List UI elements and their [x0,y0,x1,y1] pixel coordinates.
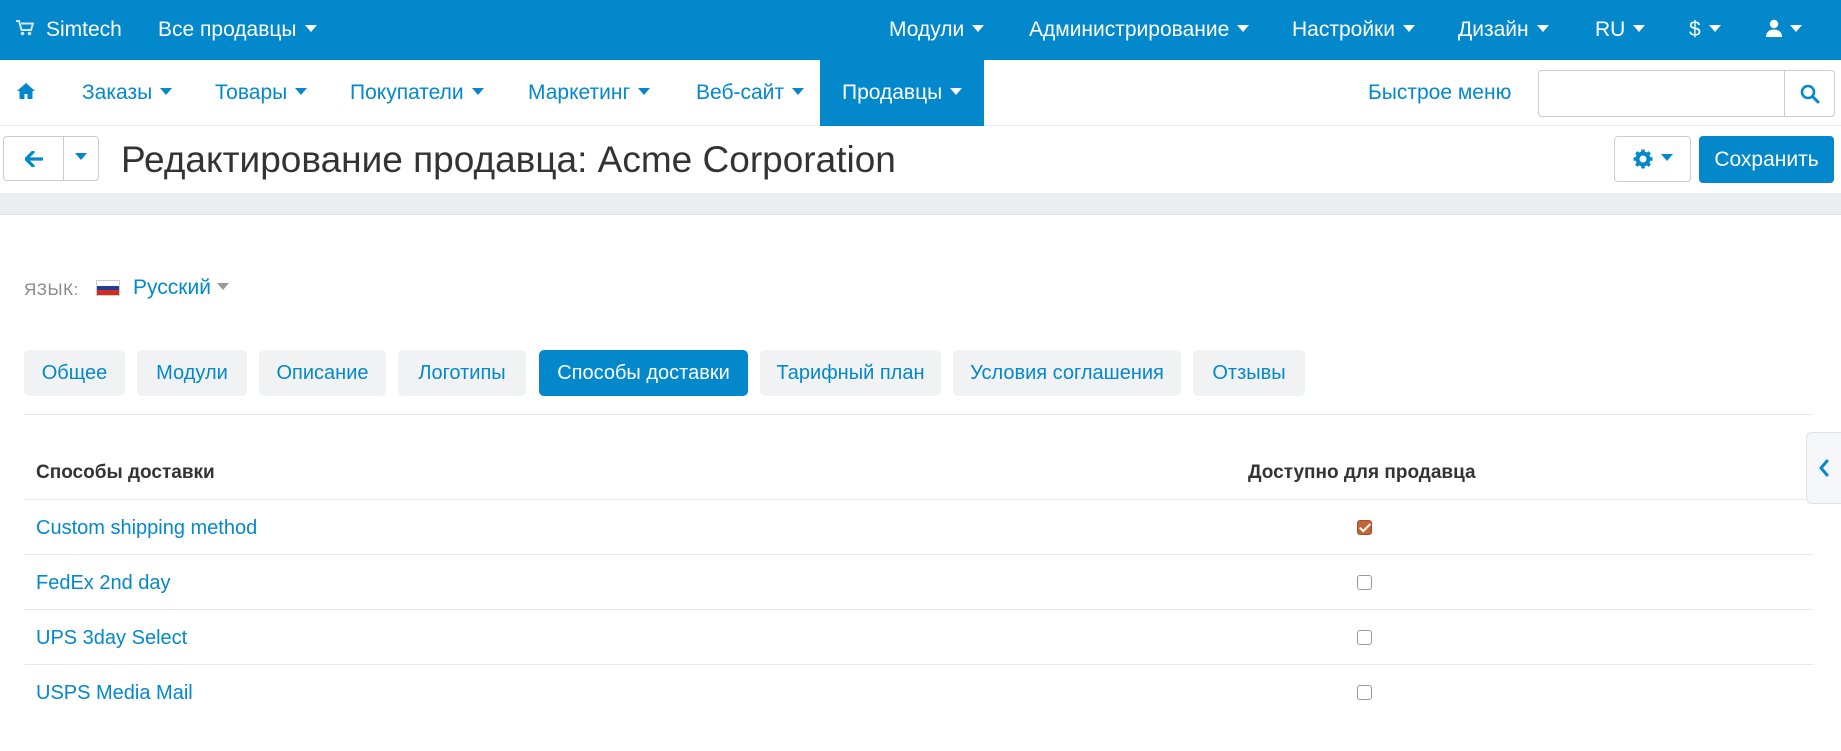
settings-dropdown-button[interactable] [1614,136,1691,182]
back-button-group [3,136,99,181]
tab-logos[interactable]: Логотипы [398,350,526,396]
nav-vendors[interactable]: Продавцы [820,60,985,126]
nav-orders[interactable]: Заказы [82,60,173,126]
chevron-down-icon [160,87,173,95]
row-divider [24,554,1813,555]
column-header-available: Доступно для продавца [1248,462,1476,483]
shipping-method-link[interactable]: FedEx 2nd day [36,572,171,595]
back-button[interactable] [4,137,64,180]
tab-terms[interactable]: Условия соглашения [953,350,1181,396]
quick-menu-link[interactable]: Быстрое меню [1368,60,1511,126]
page-title: Редактирование продавца: Acme Corporatio… [121,139,896,180]
nav-vendors-label: Продавцы [842,81,943,104]
menu-currency[interactable]: $ [1689,0,1721,60]
chevron-down-icon [1708,24,1721,32]
nav-customers[interactable]: Покупатели [350,60,484,126]
language-label: ЯЗЫК: [24,280,79,299]
nav-orders-label: Заказы [82,81,153,104]
available-checkbox[interactable] [1357,630,1372,645]
brand-name: Simtech [46,18,122,41]
user-icon [1766,20,1782,38]
chevron-down-icon [792,87,804,95]
menu-modules[interactable]: Модули [889,0,985,60]
tab-description[interactable]: Описание [259,350,386,396]
gear-icon [1633,149,1652,169]
nav-website[interactable]: Веб-сайт [696,60,804,126]
menu-settings-label: Настройки [1292,18,1395,41]
chevron-down-icon [950,87,963,95]
available-checkbox[interactable] [1357,520,1372,535]
sidebar-toggle[interactable] [1806,432,1841,504]
chevron-down-icon [638,87,651,95]
search-button[interactable] [1784,71,1834,116]
chevron-down-icon [216,282,229,290]
search-box [1538,70,1835,117]
quick-menu-label: Быстрое меню [1368,81,1512,104]
language-selector[interactable]: Русский [133,276,229,300]
available-checkbox[interactable] [1357,685,1372,700]
search-input[interactable] [1539,71,1785,116]
nav-marketing-label: Маркетинг [528,81,631,104]
menu-language[interactable]: RU [1595,0,1646,60]
menu-administration[interactable]: Администрирование [1029,0,1250,60]
shipping-method-link[interactable]: Custom shipping method [36,517,257,540]
save-button[interactable]: Сохранить [1699,136,1834,183]
nav-products-label: Товары [215,81,288,104]
cart-icon [16,20,35,36]
user-menu[interactable] [1766,0,1802,60]
row-divider [24,664,1813,665]
nav-website-label: Веб-сайт [696,81,784,104]
search-icon [1800,84,1819,103]
vendors-dropdown-label: Все продавцы [158,18,297,41]
back-dropdown-button[interactable] [64,137,98,180]
language-selected: Русский [133,276,211,299]
chevron-down-icon [1790,24,1802,32]
home-link[interactable] [16,60,36,126]
menu-administration-label: Администрирование [1029,18,1230,41]
chevron-down-icon [1536,24,1549,32]
tabs-divider [24,414,1813,415]
menu-design-label: Дизайн [1458,18,1529,41]
chevron-down-icon [1633,24,1646,32]
chevron-down-icon [295,87,308,95]
tab-addons[interactable]: Модули [137,350,247,396]
top-bar: Simtech Все продавцы Модули Администриро… [0,0,1841,60]
home-icon [17,83,35,100]
shipping-method-link[interactable]: USPS Media Mail [36,682,193,705]
arrow-left-icon [24,150,43,167]
chevron-down-icon [1660,153,1673,161]
flag-stripe-red [97,290,119,295]
menu-language-label: RU [1595,18,1626,41]
brand-link[interactable]: Simtech [16,0,122,60]
nav-customers-label: Покупатели [350,81,464,104]
nav-marketing[interactable]: Маркетинг [528,60,651,126]
main-nav: Заказы Товары Покупатели Маркетинг Веб-с… [0,60,1841,126]
tab-reviews[interactable]: Отзывы [1193,350,1305,396]
chevron-down-icon [471,87,484,95]
menu-settings[interactable]: Настройки [1292,0,1415,60]
row-divider [24,609,1813,610]
menu-design[interactable]: Дизайн [1458,0,1549,60]
title-bar-divider [0,193,1841,215]
vendors-dropdown[interactable]: Все продавцы [158,0,317,60]
shipping-method-link[interactable]: UPS 3day Select [36,627,187,650]
chevron-down-icon [1402,24,1415,32]
russian-flag-icon [96,280,120,296]
chevron-left-icon [1819,459,1829,477]
column-header-shipping: Способы доставки [36,462,215,483]
chevron-down-icon [75,153,87,160]
chevron-down-icon [304,24,317,32]
tab-general[interactable]: Общее [24,350,125,396]
tab-plan[interactable]: Тарифный план [760,350,941,396]
row-divider [24,499,1813,500]
chevron-down-icon [972,24,985,32]
chevron-down-icon [1237,24,1250,32]
nav-products[interactable]: Товары [215,60,308,126]
menu-modules-label: Модули [889,18,965,41]
menu-currency-label: $ [1689,18,1701,41]
tab-shipping-methods[interactable]: Способы доставки [539,350,748,396]
available-checkbox[interactable] [1357,575,1372,590]
